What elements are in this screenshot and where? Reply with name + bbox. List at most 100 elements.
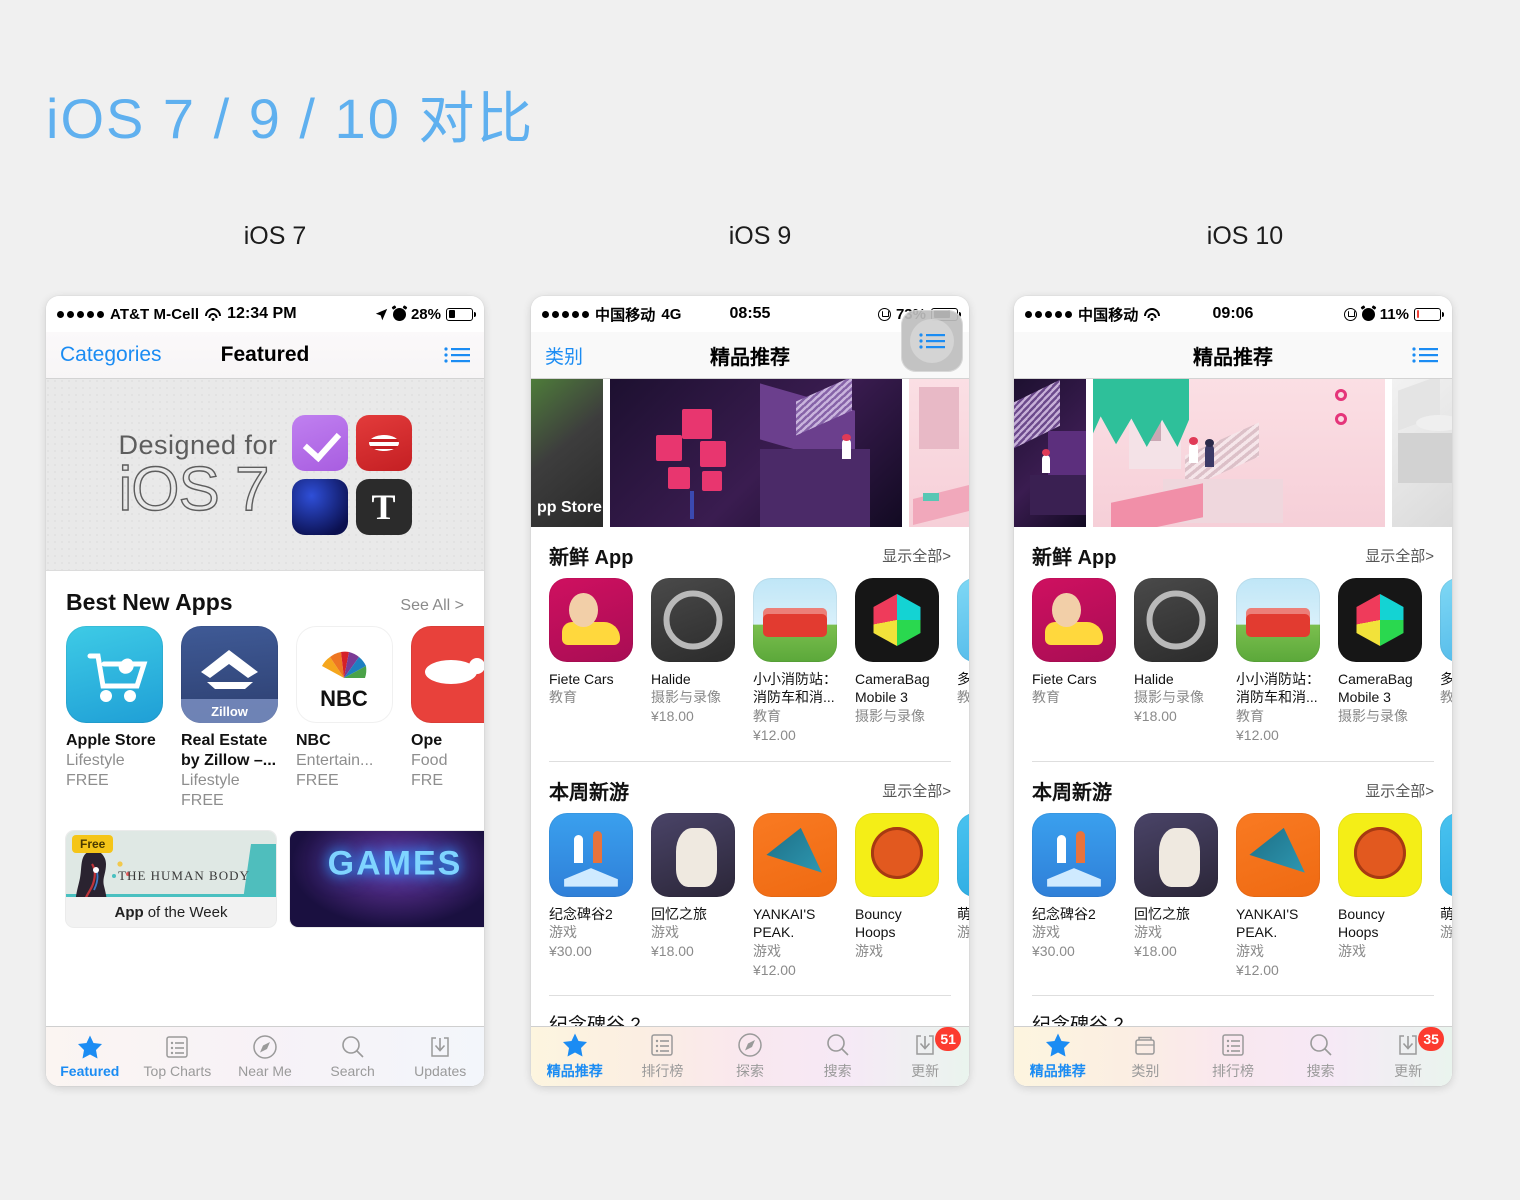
- best-new-apps-row[interactable]: Apple Store Lifestyle FREE Zillow Real E…: [46, 620, 484, 811]
- show-all-link[interactable]: 显示全部>: [882, 545, 951, 566]
- show-all-link[interactable]: 显示全部>: [1365, 545, 1434, 566]
- red-app-icon: [355, 414, 412, 471]
- section-title: 新鲜 App: [549, 547, 634, 569]
- list-item[interactable]: 回忆之旅 游戏 ¥18.00: [651, 812, 735, 980]
- tab-explore[interactable]: 探索: [706, 1032, 794, 1081]
- list-icon-highlight-overlay[interactable]: [901, 310, 963, 372]
- list-item[interactable]: NBC NBC Entertain... FREE: [296, 626, 393, 811]
- tab-categories[interactable]: 类别: [1102, 1032, 1190, 1081]
- tab-label: Top Charts: [143, 1063, 212, 1079]
- star-icon: [77, 1034, 103, 1060]
- app-name: 回忆之旅: [651, 905, 707, 922]
- list-item[interactable]: 小小消防站：消防车和消... 教育 ¥12.00: [1236, 578, 1320, 745]
- column-label-ios9: iOS 9: [728, 222, 792, 250]
- list-item[interactable]: 纪念碑谷2 游戏 ¥30.00: [1032, 812, 1116, 980]
- app-price: ¥12.00: [1236, 961, 1279, 978]
- banner-slide-next[interactable]: [909, 379, 969, 527]
- tab-search[interactable]: 搜索: [1277, 1032, 1365, 1081]
- list-item[interactable]: 多纬动画 教育: [1440, 578, 1452, 745]
- promo-row[interactable]: THE HUMAN BODY Free App of the Week GAME…: [46, 811, 484, 927]
- tab-featured[interactable]: Featured: [46, 1034, 134, 1079]
- banner-slide-next[interactable]: [1392, 379, 1452, 527]
- tab-top-charts[interactable]: 排行榜: [1189, 1032, 1277, 1081]
- banner-slide-previous[interactable]: pp Store: [531, 379, 603, 527]
- tabbar-ios10[interactable]: 精品推荐 类别 排行榜 搜索 35 更新: [1014, 1026, 1452, 1086]
- list-item[interactable]: 多纬动画 教育: [957, 578, 969, 745]
- tab-featured[interactable]: 精品推荐: [1014, 1032, 1102, 1081]
- app-name: 多纬动画: [957, 671, 969, 687]
- fiete-cars-icon: [549, 578, 633, 662]
- list-item[interactable]: Fiete Cars 教育: [549, 578, 633, 745]
- list-item[interactable]: CameraBag Mobile 3 摄影与录像: [855, 578, 939, 745]
- banner-slide-previous[interactable]: [1014, 379, 1086, 527]
- list-item[interactable]: YANKAI'S PEAK. 游戏 ¥12.00: [753, 812, 837, 980]
- list-item[interactable]: 回忆之旅 游戏 ¥18.00: [1134, 812, 1218, 980]
- tab-search[interactable]: 搜索: [794, 1032, 882, 1081]
- tab-label: 搜索: [1306, 1063, 1335, 1079]
- navbar-title: 精品推荐: [1193, 346, 1273, 369]
- lock-rotation-icon: [1343, 307, 1357, 321]
- list-item[interactable]: Ope Food FRE: [411, 626, 484, 811]
- app-price: ¥30.00: [549, 943, 592, 960]
- app-category: 游戏: [1440, 924, 1452, 941]
- list-item[interactable]: CameraBag Mobile 3 摄影与录像: [1338, 578, 1422, 745]
- list-item[interactable]: Zillow Real Estate by Zillow –... Lifest…: [181, 626, 278, 811]
- list-item[interactable]: Fiete Cars 教育: [1032, 578, 1116, 745]
- tab-search[interactable]: Search: [309, 1034, 397, 1079]
- tab-featured[interactable]: 精品推荐: [531, 1032, 619, 1081]
- tabbar-ios7[interactable]: Featured Top Charts Near Me Search Updat…: [46, 1026, 484, 1086]
- featured-banner-carousel[interactable]: [1014, 379, 1452, 527]
- column-label-ios7: iOS 7: [243, 222, 307, 250]
- categories-button[interactable]: 类别: [545, 342, 583, 369]
- designed-for-ios7-banner[interactable]: Designed for iOS 7 T: [46, 379, 484, 571]
- list-item[interactable]: 小小消防站：消防车和消... 教育 ¥12.00: [753, 578, 837, 745]
- new-games-row[interactable]: 纪念碑谷2 游戏 ¥30.00 回忆之旅 游戏 ¥18.00 YANKAI'S …: [531, 811, 969, 980]
- games-promo-text: GAMES: [327, 844, 463, 883]
- app-name: Fiete Cars: [549, 671, 614, 687]
- tab-updates[interactable]: 35 更新: [1364, 1027, 1452, 1081]
- show-all-link[interactable]: 显示全部>: [882, 780, 951, 801]
- free-badge: Free: [72, 835, 114, 853]
- tabbar-ios9[interactable]: 精品推荐 排行榜 探索 搜索 51 更新: [531, 1026, 969, 1086]
- list-item[interactable]: Halide 摄影与录像 ¥18.00: [651, 578, 735, 745]
- star-icon: [562, 1032, 588, 1058]
- statusbar-ios7: AT&T M-Cell 12:34 PM 28%: [46, 296, 484, 332]
- list-item[interactable]: 萌方 游戏: [957, 812, 969, 980]
- see-all-link[interactable]: See All >: [400, 597, 464, 615]
- tab-updates[interactable]: 51 更新: [881, 1027, 969, 1081]
- banner-slide-current[interactable]: [1093, 379, 1385, 527]
- location-arrow-icon: [375, 308, 388, 320]
- list-item[interactable]: Halide 摄影与录像 ¥18.00: [1134, 578, 1218, 745]
- app-of-the-week-promo[interactable]: THE HUMAN BODY Free App of the Week: [66, 831, 276, 927]
- status-badge: 35: [1418, 1027, 1444, 1051]
- list-item[interactable]: 萌方 游戏: [1440, 812, 1452, 980]
- tab-top-charts[interactable]: 排行榜: [619, 1032, 707, 1081]
- new-apps-row[interactable]: Fiete Cars 教育 Halide 摄影与录像 ¥18.00 小小消防站：…: [1014, 576, 1452, 745]
- list-item[interactable]: YANKAI'S PEAK. 游戏 ¥12.00: [1236, 812, 1320, 980]
- list-icon[interactable]: [1412, 346, 1438, 364]
- app-name: YANKAI'S PEAK.: [1236, 905, 1299, 941]
- tab-updates[interactable]: Updates: [396, 1034, 484, 1079]
- new-apps-row[interactable]: Fiete Cars 教育 Halide 摄影与录像 ¥18.00 小小消防站：…: [531, 576, 969, 745]
- new-games-row[interactable]: 纪念碑谷2 游戏 ¥30.00 回忆之旅 游戏 ¥18.00 YANKAI'S …: [1014, 811, 1452, 980]
- app-name: 萌方: [1440, 905, 1452, 922]
- list-icon[interactable]: [919, 332, 945, 350]
- list-item[interactable]: 纪念碑谷2 游戏 ¥30.00: [549, 812, 633, 980]
- app-name: 纪念碑谷2: [1032, 905, 1096, 922]
- featured-banner-carousel[interactable]: pp Store: [531, 379, 969, 527]
- fire-station-icon: [1236, 578, 1320, 662]
- games-promo[interactable]: GAMES: [290, 831, 484, 927]
- app-price: ¥30.00: [1032, 943, 1075, 960]
- list-item[interactable]: Bouncy Hoops 游戏: [1338, 812, 1422, 980]
- signal-dots-icon: [542, 310, 589, 318]
- tab-near-me[interactable]: Near Me: [221, 1034, 309, 1079]
- magnifier-icon: [1308, 1032, 1334, 1058]
- list-icon[interactable]: [444, 346, 470, 364]
- list-item[interactable]: Apple Store Lifestyle FREE: [66, 626, 163, 811]
- list-item[interactable]: Bouncy Hoops 游戏: [855, 812, 939, 980]
- banner-slide-current[interactable]: [610, 379, 902, 527]
- categories-button[interactable]: Categories: [60, 343, 162, 367]
- navbar-ios7: Categories Featured: [46, 332, 484, 379]
- show-all-link[interactable]: 显示全部>: [1365, 780, 1434, 801]
- tab-top-charts[interactable]: Top Charts: [134, 1034, 222, 1079]
